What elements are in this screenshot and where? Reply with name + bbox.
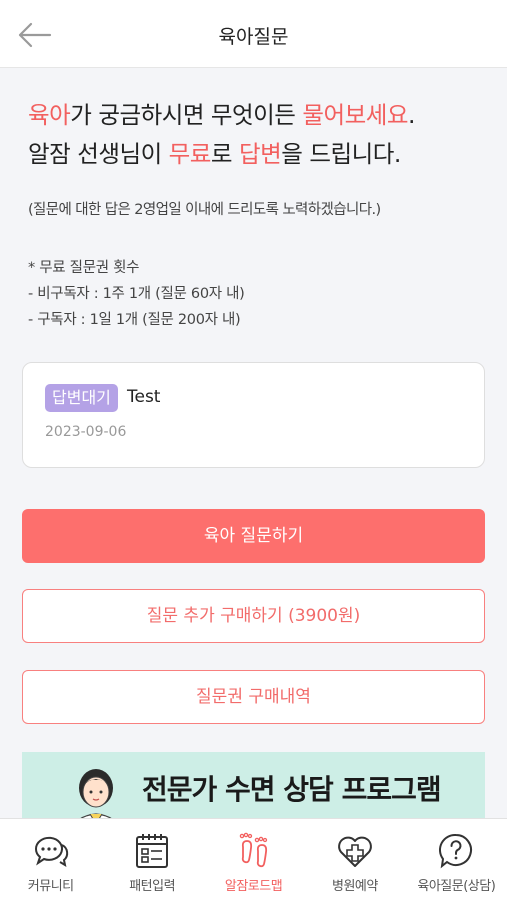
tab-pattern-input[interactable]: 패턴입력 xyxy=(101,819,202,900)
headline-line-2: 알잠 선생님이 무료로 답변을 드립니다. xyxy=(28,135,488,174)
purchase-history-button[interactable]: 질문권 구매내역 xyxy=(22,670,485,724)
headline-highlight: 육아 xyxy=(28,101,71,129)
status-badge: 답변대기 xyxy=(45,384,118,412)
headline-text: 로 xyxy=(210,140,240,168)
headline-highlight: 무료 xyxy=(168,140,212,168)
buy-extra-question-button[interactable]: 질문 추가 구매하기 (3900원) xyxy=(22,589,485,643)
headline-highlight: 물어보세요 xyxy=(302,101,408,129)
headline-text: 알잠 선생님이 xyxy=(28,140,169,168)
free-quota-info: * 무료 질문권 횟수 - 비구독자 : 1주 1개 (질문 60자 내) - … xyxy=(28,255,488,333)
tab-parenting-question[interactable]: 육아질문(상담) xyxy=(406,819,507,900)
quota-line: - 비구독자 : 1주 1개 (질문 60자 내) xyxy=(28,286,245,302)
quota-title: * 무료 질문권 횟수 xyxy=(28,260,140,276)
question-date: 2023-09-06 xyxy=(45,424,127,440)
intro-section: 육아가 궁금하시면 무엇이든 물어보세요. 알잠 선생님이 무료로 답변을 드립… xyxy=(28,96,488,333)
headline-text: . xyxy=(407,101,415,129)
headline-highlight: 답변 xyxy=(239,140,282,168)
calendar-icon xyxy=(136,834,169,868)
question-icon xyxy=(439,833,473,869)
response-time-note: (질문에 대한 답은 2영업일 이내에 드리도록 노력하겠습니다.) xyxy=(28,202,381,218)
headline-line-1: 육아가 궁금하시면 무엇이든 물어보세요. xyxy=(28,96,488,135)
tab-roadmap[interactable]: 알잠로드맵 xyxy=(203,819,304,900)
banner-title: 전문가 수면 상담 프로그램 xyxy=(142,773,442,806)
tab-label: 알잠로드맵 xyxy=(224,879,283,894)
quota-line: - 구독자 : 1일 1개 (질문 200자 내) xyxy=(28,312,241,328)
tab-label: 커뮤니티 xyxy=(27,879,74,894)
headline-text: 가 궁금하시면 무엇이든 xyxy=(70,101,303,129)
app-header: 육아질문 xyxy=(0,0,507,68)
tab-label: 병원예약 xyxy=(332,879,378,894)
question-title: Test xyxy=(127,387,161,407)
footprints-icon xyxy=(239,832,267,868)
question-card[interactable]: 답변대기 Test 2023-09-06 xyxy=(22,362,485,468)
tab-label: 육아질문(상담) xyxy=(417,879,496,894)
headline-text: 을 드립니다. xyxy=(281,140,401,168)
tab-label: 패턴입력 xyxy=(129,879,176,894)
chat-bubbles-icon xyxy=(34,836,68,868)
tab-community[interactable]: 커뮤니티 xyxy=(0,819,101,900)
heart-plus-icon xyxy=(338,836,372,867)
page-title: 육아질문 xyxy=(218,26,289,48)
bottom-tab-bar: 커뮤니티 패턴입력 알잠로드맵 병원예약 육아질문(상담) xyxy=(0,818,507,900)
ask-question-button[interactable]: 육아 질문하기 xyxy=(22,509,485,563)
tab-hospital-booking[interactable]: 병원예약 xyxy=(304,819,405,900)
